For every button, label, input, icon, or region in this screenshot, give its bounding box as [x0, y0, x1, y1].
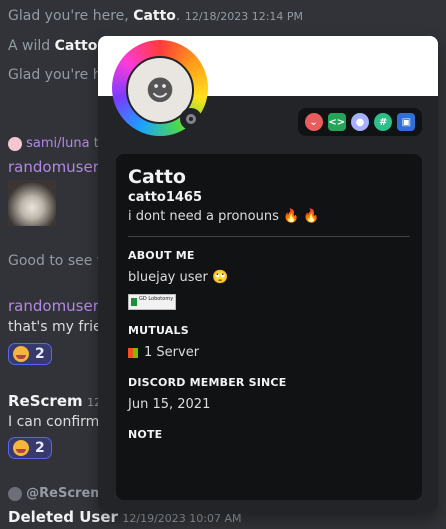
quest-badge-icon[interactable]: ▣: [397, 113, 416, 131]
mutuals-heading: MUTUALS: [128, 324, 189, 337]
message-author[interactable]: randomuser6: [8, 297, 108, 315]
glad-message: Glad you're he: [8, 67, 111, 83]
nitro-badge-icon[interactable]: ●: [350, 113, 369, 131]
hashtag-badge-icon[interactable]: #: [374, 113, 393, 131]
message-author[interactable]: ReScrem: [8, 392, 83, 410]
display-name: Catto: [128, 166, 186, 188]
mutual-servers[interactable]: 1 Server: [128, 345, 410, 360]
smiling-face-icon: [13, 440, 29, 456]
welcome-message: Glad you're here, Catto. 12/18/2023 12:1…: [8, 8, 303, 24]
pronouns: i dont need a pronouns 🔥 🔥: [128, 209, 320, 224]
welcome-user[interactable]: Catto: [133, 8, 176, 24]
smiling-face-icon: [13, 346, 29, 362]
cat-image[interactable]: [8, 180, 56, 226]
wild-message: A wild Catto a: [8, 38, 110, 54]
reply-reference[interactable]: @ReScrem: [8, 486, 104, 501]
profile-popout: ☻ ⌄ <> ● # ▣ Catto catto1465 i dont need…: [98, 36, 438, 512]
reply-user: sami/luna: [26, 136, 90, 151]
system-message: Good to see y: [8, 253, 106, 269]
wild-user[interactable]: Catto: [55, 38, 98, 54]
member-since-heading: DISCORD MEMBER SINCE: [128, 376, 287, 389]
note-input[interactable]: [128, 441, 410, 481]
offline-status-icon: [180, 108, 202, 130]
server-icon: [128, 347, 138, 358]
wild-prefix: A wild: [8, 38, 55, 54]
divider: [128, 236, 410, 237]
reaction-count: 2: [35, 346, 45, 362]
avatar: [8, 486, 22, 501]
message-timestamp: 12/19/2023 10:07 AM: [122, 512, 242, 525]
message-text: I can confirm: [8, 414, 100, 430]
code-badge-icon[interactable]: <>: [327, 113, 346, 131]
reply-user: @ReScrem: [26, 486, 104, 501]
heart-badge-icon[interactable]: ⌄: [304, 113, 323, 131]
welcome-suffix: .: [175, 8, 181, 24]
message-author[interactable]: randomuser6: [8, 158, 108, 176]
username[interactable]: catto1465: [128, 190, 410, 205]
note-heading: NOTE: [128, 428, 163, 441]
reaction-button[interactable]: 2: [8, 343, 52, 365]
reaction-button[interactable]: 2: [8, 437, 52, 459]
about-me-text: bluejay user 🙄: [128, 270, 229, 285]
welcome-prefix: Glad you're here,: [8, 8, 134, 24]
about-me-heading: ABOUT ME: [128, 249, 195, 262]
mutual-servers-label: 1 Server: [144, 345, 200, 360]
message-text: that's my frier: [8, 319, 108, 335]
message-timestamp: 12/18/2023 12:14 PM: [184, 10, 304, 23]
profile-card: Catto catto1465 i dont need a pronouns 🔥…: [116, 154, 422, 500]
member-since-date: Jun 15, 2021: [128, 397, 211, 412]
badge-list: ⌄ <> ● # ▣: [298, 108, 422, 136]
reply-reference[interactable]: sami/luna th: [8, 136, 107, 151]
reaction-count: 2: [35, 440, 45, 456]
about-me-image[interactable]: GD Lobotomy: [128, 294, 176, 310]
avatar: [8, 136, 22, 151]
message-header: ReScrem 12/1: [8, 392, 112, 410]
